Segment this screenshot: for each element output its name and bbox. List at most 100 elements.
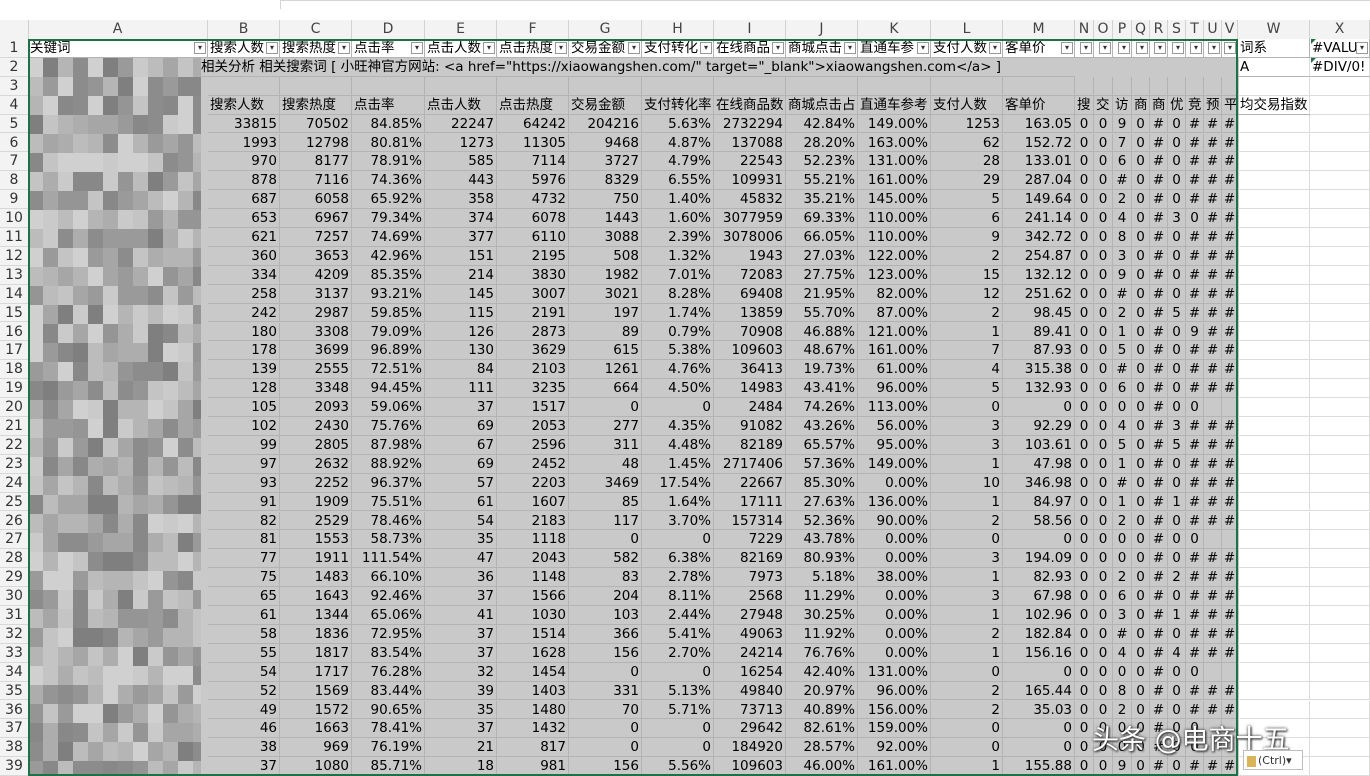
row-header-5[interactable]: 5 xyxy=(0,115,28,134)
data-cell[interactable]: 110.00% xyxy=(858,228,931,247)
data-cell[interactable]: # xyxy=(1222,114,1238,134)
data-cell[interactable]: 3 xyxy=(1168,209,1186,228)
header-cell[interactable]: 支付转化率 xyxy=(642,95,714,115)
data-cell[interactable]: 1 xyxy=(1168,492,1186,512)
data-cell[interactable]: 21 xyxy=(425,738,497,758)
empty-cell[interactable] xyxy=(1238,643,1310,663)
data-cell[interactable]: 3007 xyxy=(497,284,569,304)
data-cell[interactable]: 374 xyxy=(425,209,497,228)
empty-cell[interactable] xyxy=(1238,379,1310,399)
data-cell[interactable]: 7973 xyxy=(714,568,786,588)
data-cell[interactable]: 93.21% xyxy=(352,284,425,304)
data-cell[interactable]: 1514 xyxy=(497,624,569,644)
empty-cell[interactable] xyxy=(1310,190,1370,210)
header-cell[interactable]: 优 xyxy=(1168,95,1186,115)
data-cell[interactable]: 76.76% xyxy=(786,643,858,663)
data-cell[interactable]: 126 xyxy=(425,322,497,342)
data-cell[interactable]: 0 xyxy=(1075,303,1094,323)
column-header-G[interactable]: G xyxy=(569,20,642,39)
column-header-F[interactable]: F xyxy=(497,20,569,39)
data-cell[interactable]: 8.11% xyxy=(642,587,714,606)
data-cell[interactable]: 7 xyxy=(1113,133,1132,153)
header-cell[interactable]: 搜索热度 xyxy=(280,95,352,115)
data-cell[interactable]: 59.06% xyxy=(352,398,425,417)
data-cell[interactable]: 6 xyxy=(931,209,1003,228)
header-cell[interactable]: 访 xyxy=(1113,95,1132,115)
empty-cell[interactable] xyxy=(1238,681,1310,701)
data-cell[interactable]: 20.97% xyxy=(786,681,858,701)
data-cell[interactable]: 35.03 xyxy=(1003,700,1075,720)
data-cell[interactable]: 27.75% xyxy=(786,265,858,285)
empty-cell[interactable] xyxy=(1075,76,1094,96)
data-cell[interactable]: 5.41% xyxy=(642,624,714,644)
data-cell[interactable]: 0 xyxy=(931,530,1003,550)
row-header-10[interactable]: 10 xyxy=(0,209,28,228)
data-cell[interactable]: 0 xyxy=(1132,152,1150,172)
data-cell[interactable]: 5.56% xyxy=(642,757,714,776)
data-cell[interactable]: # xyxy=(1222,492,1238,512)
data-cell[interactable]: 7 xyxy=(931,341,1003,361)
data-cell[interactable]: 52.36% xyxy=(786,511,858,531)
data-cell[interactable]: 70 xyxy=(569,700,642,720)
data-cell[interactable]: 38.00% xyxy=(858,568,931,588)
data-cell[interactable]: 2632 xyxy=(280,454,352,474)
data-cell[interactable]: 0.00% xyxy=(858,643,931,663)
data-cell[interactable]: # xyxy=(1150,454,1168,474)
header-cell[interactable]: 在线商品数 xyxy=(714,95,786,115)
data-cell[interactable]: 121.00% xyxy=(858,322,931,342)
data-cell[interactable]: 0 xyxy=(1075,511,1094,531)
row-header-8[interactable]: 8 xyxy=(0,171,28,191)
empty-cell[interactable] xyxy=(1310,681,1370,701)
data-cell[interactable]: 2873 xyxy=(497,322,569,342)
data-cell[interactable]: # xyxy=(1150,492,1168,512)
data-cell[interactable]: 277 xyxy=(569,417,642,436)
empty-cell[interactable] xyxy=(1310,549,1370,569)
empty-cell[interactable] xyxy=(1310,265,1370,285)
data-cell[interactable]: 0 xyxy=(1168,757,1186,776)
data-cell[interactable]: 22543 xyxy=(714,152,786,172)
data-cell[interactable]: # xyxy=(1222,246,1238,266)
data-cell[interactable]: 2203 xyxy=(497,473,569,493)
data-cell[interactable]: 0 xyxy=(1075,171,1094,191)
data-cell[interactable]: 0 xyxy=(931,662,1003,682)
data-cell[interactable]: 621 xyxy=(208,228,280,247)
empty-cell[interactable] xyxy=(1238,209,1310,228)
data-cell[interactable]: # xyxy=(1204,114,1222,134)
data-cell[interactable]: 95.00% xyxy=(858,435,931,455)
data-cell[interactable]: 19.73% xyxy=(786,360,858,380)
data-cell[interactable]: 80.81% xyxy=(352,133,425,153)
data-cell[interactable]: 1253 xyxy=(931,114,1003,134)
empty-cell[interactable] xyxy=(642,76,714,96)
data-cell[interactable]: 6 xyxy=(1113,152,1132,172)
data-cell[interactable]: 0 xyxy=(1094,360,1113,380)
data-cell[interactable]: 0 xyxy=(569,719,642,739)
data-cell[interactable]: # xyxy=(1222,624,1238,644)
data-cell[interactable]: 0 xyxy=(1094,303,1113,323)
data-cell[interactable]: 69 xyxy=(425,417,497,436)
data-cell[interactable]: 59.85% xyxy=(352,303,425,323)
row-header-27[interactable]: 27 xyxy=(0,530,28,550)
data-cell[interactable]: 48.67% xyxy=(786,341,858,361)
data-cell[interactable]: 1344 xyxy=(280,606,352,625)
data-cell[interactable]: # xyxy=(1222,757,1238,776)
data-cell[interactable]: 0 xyxy=(1132,606,1150,625)
data-cell[interactable]: 2.39% xyxy=(642,228,714,247)
row-header-15[interactable]: 15 xyxy=(0,304,28,323)
empty-cell[interactable] xyxy=(1238,568,1310,588)
data-cell[interactable]: 28.57% xyxy=(786,738,858,758)
data-cell[interactable]: 66.05% xyxy=(786,228,858,247)
data-cell[interactable]: 0 xyxy=(1075,246,1094,266)
data-cell[interactable]: 67.98 xyxy=(1003,587,1075,606)
cell-w4[interactable]: 均交易指数 xyxy=(1238,96,1310,115)
empty-cell[interactable] xyxy=(1310,700,1370,720)
header-cell[interactable]: 预 xyxy=(1204,95,1222,115)
data-cell[interactable]: 65.06% xyxy=(352,606,425,625)
data-cell[interactable]: 0 xyxy=(1094,700,1113,720)
data-cell[interactable]: 0 xyxy=(1075,473,1094,493)
row-header-32[interactable]: 32 xyxy=(0,625,28,644)
data-cell[interactable]: # xyxy=(1204,209,1222,228)
data-cell[interactable]: # xyxy=(1222,700,1238,720)
data-cell[interactable]: # xyxy=(1150,549,1168,569)
data-cell[interactable]: 0 xyxy=(1168,662,1186,682)
data-cell[interactable]: 0 xyxy=(1168,398,1186,417)
